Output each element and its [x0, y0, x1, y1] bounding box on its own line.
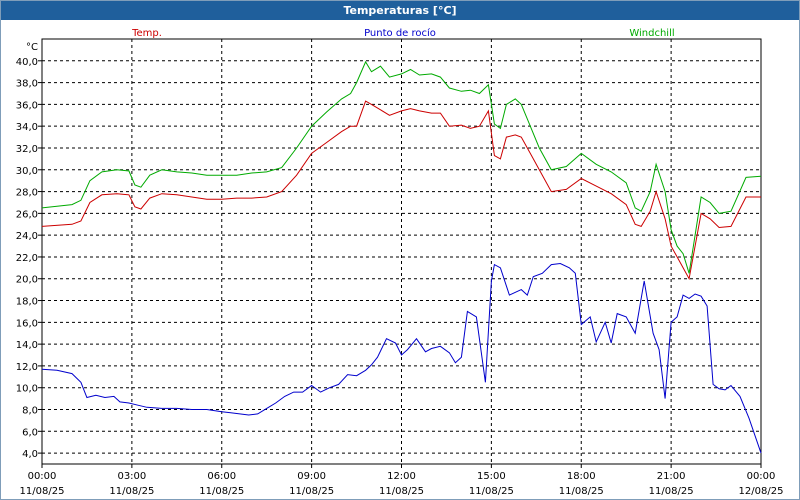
x-tick-date-label: 11/08/25 — [289, 486, 334, 497]
x-tick-date-label: 11/08/25 — [379, 486, 424, 497]
y-tick-label: 32,0 — [16, 144, 38, 155]
legend-entry: Temp. — [131, 28, 162, 39]
x-axis: 00:00 11/08/25 03:00 11/08/25 06:00 11/08/25 0… — [20, 464, 784, 497]
chart-window: Temperaturas [°C] 4,0 6,0 8,0 10,0 12,0 14,0 1… — [0, 0, 800, 500]
y-tick-label: 6,0 — [22, 427, 38, 438]
y-tick-label: 22,0 — [16, 253, 38, 264]
y-tick-label: 10,0 — [16, 384, 38, 395]
x-tick-date-label: 11/08/25 — [20, 486, 65, 497]
legend: Temp. Punto de rocío Windchill — [131, 27, 675, 39]
y-tick-label: 18,0 — [16, 297, 38, 308]
y-tick-label: 34,0 — [16, 122, 38, 133]
y-tick-label: 14,0 — [16, 340, 38, 351]
x-tick-time-label: 09:00 — [297, 471, 326, 482]
x-tick-time-label: 15:00 — [477, 471, 506, 482]
y-tick-label: 26,0 — [16, 209, 38, 220]
x-tick-date-label: 11/08/25 — [559, 486, 604, 497]
y-axis: 4,0 6,0 8,0 10,0 12,0 14,0 16,0 18,0 20,0 22,0 24,… — [16, 57, 42, 460]
y-tick-label: 36,0 — [16, 100, 38, 111]
grid — [42, 39, 761, 464]
x-tick-time-label: 00:00 — [28, 471, 57, 482]
x-tick-time-label: 21:00 — [657, 471, 686, 482]
y-tick-label: 8,0 — [22, 406, 38, 417]
y-tick-label: 12,0 — [16, 362, 38, 373]
x-tick-time-label: 18:00 — [567, 471, 596, 482]
x-tick-date-label: 12/08/25 — [739, 486, 784, 497]
x-tick-time-label: 03:00 — [117, 471, 146, 482]
y-unit-label: °C — [26, 42, 38, 53]
y-tick-label: 16,0 — [16, 318, 38, 329]
x-tick-date-label: 11/08/25 — [109, 486, 154, 497]
y-tick-label: 24,0 — [16, 231, 38, 242]
x-tick-date-label: 11/08/25 — [469, 486, 514, 497]
x-tick-date-label: 11/08/25 — [649, 486, 694, 497]
y-tick-label: 40,0 — [16, 57, 38, 68]
x-tick-date-label: 11/08/25 — [199, 486, 244, 497]
y-tick-label: 30,0 — [16, 166, 38, 177]
y-tick-label: 20,0 — [16, 275, 38, 286]
legend-entry: Windchill — [629, 28, 674, 39]
x-tick-time-label: 00:00 — [747, 471, 776, 482]
y-tick-label: 28,0 — [16, 188, 38, 199]
legend-entry: Punto de rocío — [364, 27, 436, 39]
x-tick-time-label: 12:00 — [387, 471, 416, 482]
y-tick-label: 38,0 — [16, 79, 38, 90]
x-tick-time-label: 06:00 — [207, 471, 236, 482]
chart-canvas: 4,0 6,0 8,0 10,0 12,0 14,0 16,0 18,0 20,0 22,0 24,… — [16, 27, 784, 497]
y-tick-label: 4,0 — [22, 449, 38, 460]
